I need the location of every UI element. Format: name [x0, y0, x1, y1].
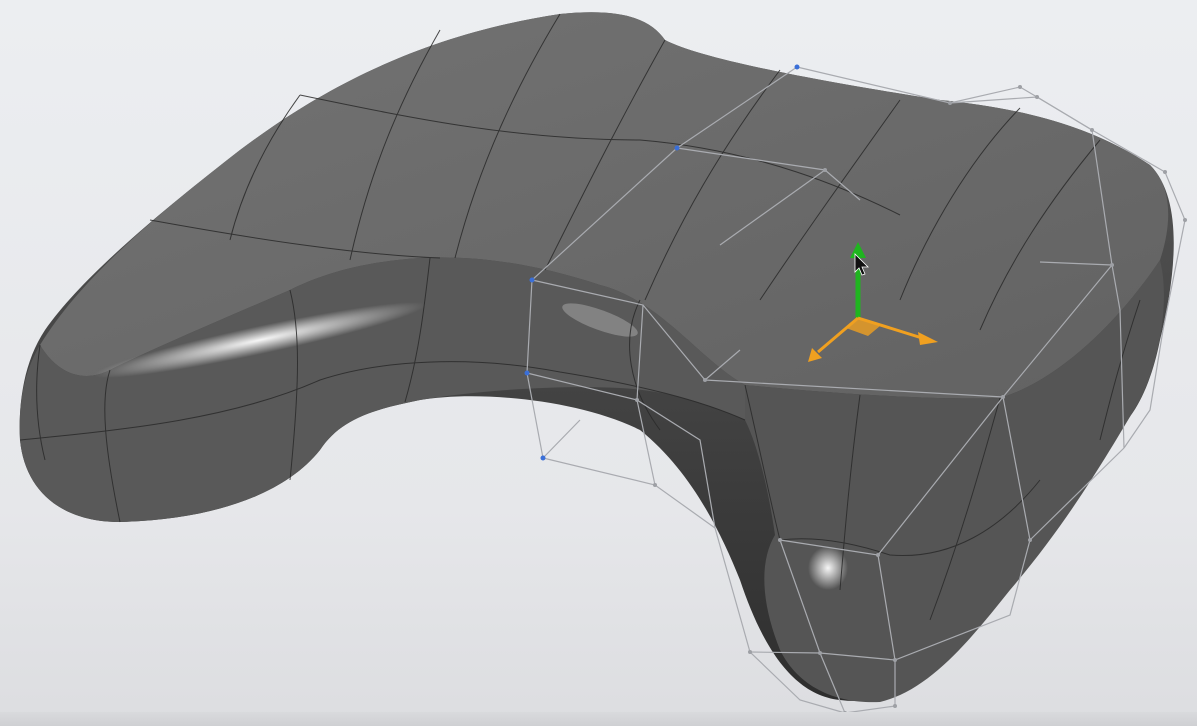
cage-vertex[interactable]	[1018, 85, 1022, 89]
cage-vertex[interactable]	[893, 704, 897, 708]
cage-vertex[interactable]	[876, 553, 880, 557]
cage-vertex[interactable]	[703, 378, 707, 382]
cage-vertex[interactable]	[1090, 128, 1094, 132]
cage-vertex[interactable]	[653, 483, 657, 487]
cage-vertex[interactable]	[948, 101, 952, 105]
cage-vertex[interactable]	[748, 650, 752, 654]
cage-vertex[interactable]	[823, 168, 827, 172]
cage-vertex[interactable]	[1110, 263, 1114, 267]
cage-vertex[interactable]	[818, 651, 822, 655]
viewport-bottom-bar	[0, 712, 1197, 726]
cage-vertex[interactable]	[1035, 95, 1039, 99]
control-point[interactable]	[529, 277, 535, 283]
cage-vertex[interactable]	[1001, 395, 1005, 399]
control-point[interactable]	[674, 145, 680, 151]
cage-vertex[interactable]	[1183, 218, 1187, 222]
cage-vertex[interactable]	[1028, 538, 1032, 542]
cage-vertex[interactable]	[893, 658, 897, 662]
control-point[interactable]	[540, 455, 546, 461]
3d-viewport[interactable]	[0, 0, 1197, 726]
control-point[interactable]	[524, 370, 530, 376]
cage-vertex[interactable]	[635, 398, 639, 402]
control-point[interactable]	[794, 64, 800, 70]
viewport-canvas[interactable]	[0, 0, 1197, 726]
cage-vertex[interactable]	[1163, 170, 1167, 174]
cage-vertex[interactable]	[778, 538, 782, 542]
